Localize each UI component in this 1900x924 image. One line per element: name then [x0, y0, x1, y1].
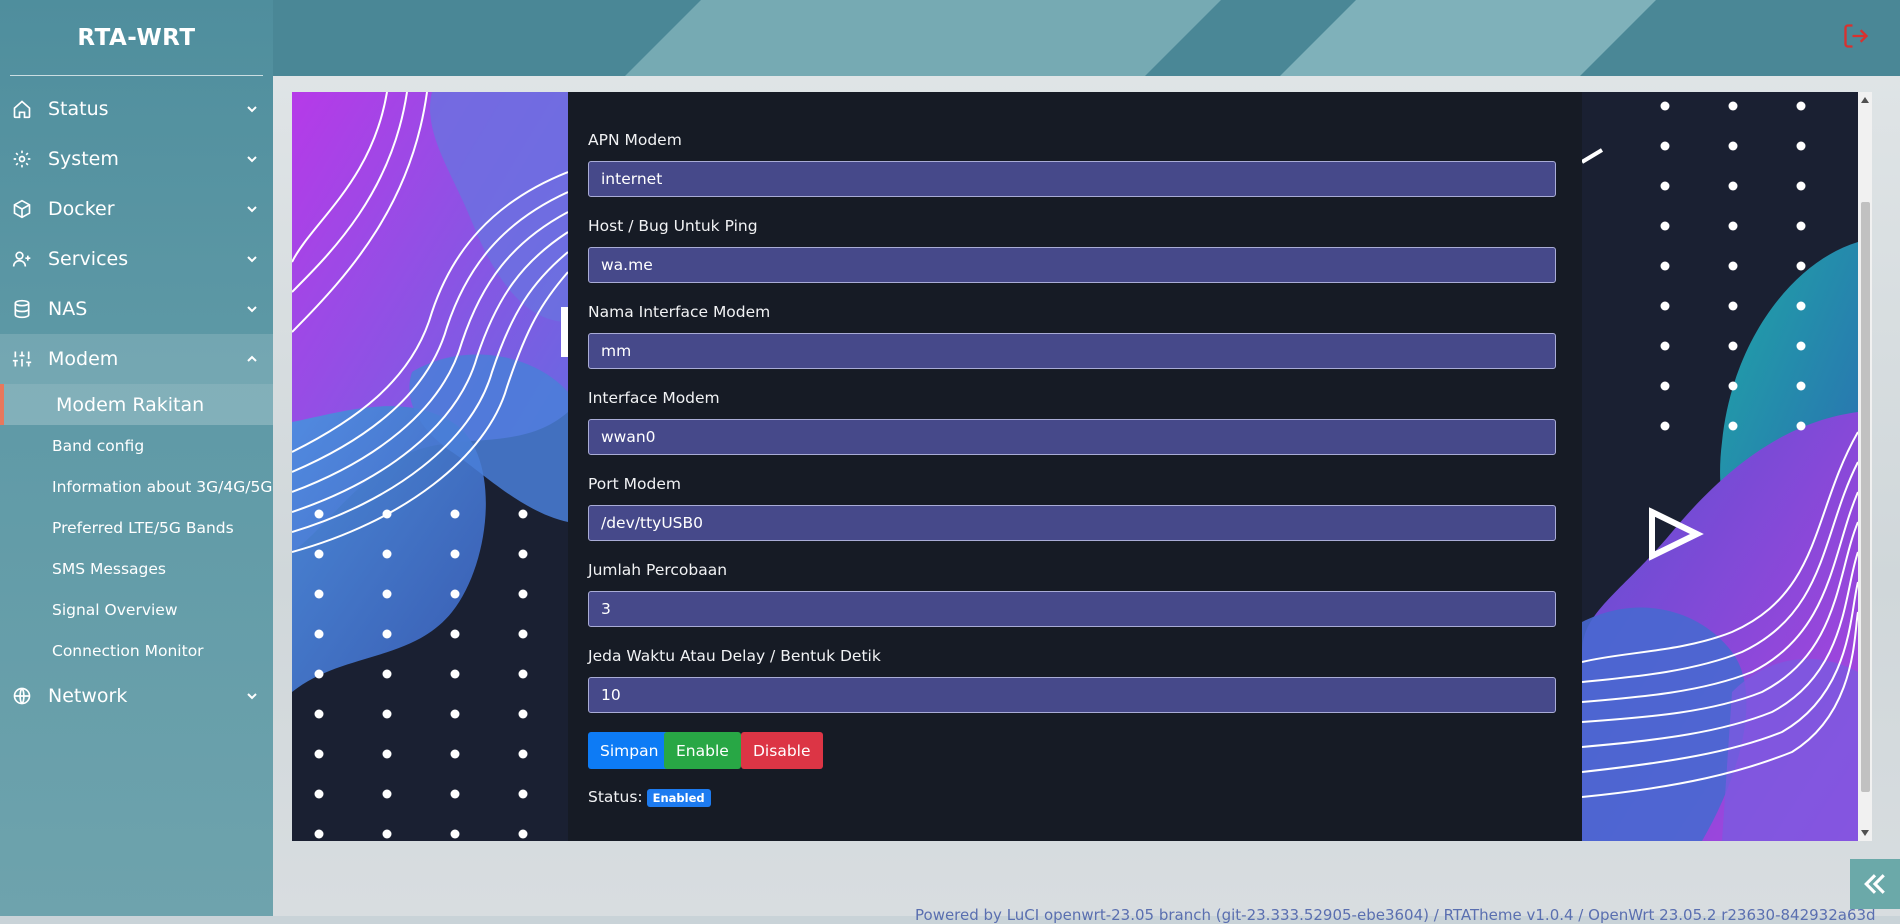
header-decoration	[1280, 0, 1656, 76]
delay-input[interactable]	[588, 677, 1556, 713]
content-panel: APN Modem Host / Bug Untuk Ping Nama Int…	[292, 92, 1858, 841]
sidebar-item-label: Docker	[48, 198, 115, 220]
sidebar-item-network[interactable]: Network	[0, 671, 273, 721]
sidebar-item-label: Status	[48, 98, 109, 120]
globe-icon	[13, 687, 31, 705]
sidebar-item-label: Modem	[48, 348, 119, 370]
top-header	[273, 0, 1900, 76]
submenu-item-signal-overview[interactable]: Signal Overview	[0, 589, 273, 630]
decorative-art-left	[292, 92, 568, 841]
sidebar-item-label: Network	[48, 685, 128, 707]
sidebar: RTA-WRT Status System Docker Services NA…	[0, 0, 273, 916]
sidebar-item-services[interactable]: Services	[0, 234, 273, 284]
status-badge: Enabled	[646, 788, 711, 807]
chevron-up-icon	[247, 355, 257, 362]
field-label-interface-name: Nama Interface Modem	[588, 303, 771, 321]
field-label-attempts: Jumlah Percobaan	[588, 561, 728, 579]
database-icon	[14, 299, 30, 319]
sidebar-item-status[interactable]: Status	[0, 84, 273, 134]
interface-input[interactable]	[588, 419, 1556, 455]
chevron-down-icon	[247, 256, 257, 263]
chevron-down-icon	[247, 156, 257, 163]
sidebar-item-modem[interactable]: Modem	[0, 334, 273, 384]
sidebar-menu: Status System Docker Services NAS Modem	[0, 84, 273, 721]
submenu-item-info-3g4g5g[interactable]: Information about 3G/4G/5G	[0, 466, 273, 507]
modem-submenu: Modem Rakitan Band config Information ab…	[0, 384, 273, 671]
sidebar-item-label: System	[48, 148, 119, 170]
box-icon	[13, 199, 31, 219]
chevron-down-icon	[247, 106, 257, 113]
decorative-art-right	[1582, 92, 1858, 841]
submenu-item-modem-rakitan[interactable]: Modem Rakitan	[0, 384, 273, 425]
field-label-port: Port Modem	[588, 475, 681, 493]
enable-button[interactable]: Enable	[664, 732, 741, 769]
scrollbar-thumb[interactable]	[1861, 202, 1870, 792]
port-input[interactable]	[588, 505, 1556, 541]
double-chevron-left-icon	[1864, 874, 1885, 894]
disable-button[interactable]: Disable	[741, 732, 823, 769]
home-icon	[13, 100, 31, 119]
sliders-icon	[12, 351, 32, 367]
chevron-down-icon	[247, 693, 257, 700]
field-label-apn: APN Modem	[588, 131, 682, 149]
logout-icon[interactable]	[1842, 22, 1870, 50]
sidebar-item-nas[interactable]: NAS	[0, 284, 273, 334]
field-label-interface: Interface Modem	[588, 389, 720, 407]
submenu-item-preferred-bands[interactable]: Preferred LTE/5G Bands	[0, 507, 273, 548]
submenu-item-sms-messages[interactable]: SMS Messages	[0, 548, 273, 589]
field-label-delay: Jeda Waktu Atau Delay / Bentuk Detik	[588, 647, 881, 665]
field-label-host: Host / Bug Untuk Ping	[588, 217, 758, 235]
attempts-input[interactable]	[588, 591, 1556, 627]
header-decoration	[625, 0, 1221, 76]
save-button[interactable]: Simpan	[588, 732, 671, 769]
sidebar-item-label: Services	[48, 248, 129, 270]
chevron-down-icon	[247, 306, 257, 313]
interface-name-input[interactable]	[588, 333, 1556, 369]
content-scrollbar[interactable]	[1858, 92, 1872, 841]
status-line: Status: Enabled	[588, 788, 711, 807]
sidebar-item-docker[interactable]: Docker	[0, 184, 273, 234]
scroll-down-arrow[interactable]	[1861, 830, 1869, 836]
apn-input[interactable]	[588, 161, 1556, 197]
scroll-up-arrow[interactable]	[1861, 97, 1869, 103]
chevron-down-icon	[247, 206, 257, 213]
status-label: Status:	[588, 788, 643, 806]
user-plus-icon	[12, 251, 31, 267]
sidebar-item-system[interactable]: System	[0, 134, 273, 184]
footer-text: Powered by LuCI openwrt-23.05 branch (gi…	[915, 906, 1876, 924]
submenu-item-band-config[interactable]: Band config	[0, 425, 273, 466]
gear-icon	[13, 150, 31, 168]
modem-form: APN Modem Host / Bug Untuk Ping Nama Int…	[568, 92, 1582, 841]
sidebar-item-label: NAS	[48, 298, 88, 320]
submenu-item-connection-monitor[interactable]: Connection Monitor	[0, 630, 273, 671]
collapse-sidebar-button[interactable]	[1850, 859, 1900, 909]
brand-title[interactable]: RTA-WRT	[10, 0, 263, 76]
host-input[interactable]	[588, 247, 1556, 283]
